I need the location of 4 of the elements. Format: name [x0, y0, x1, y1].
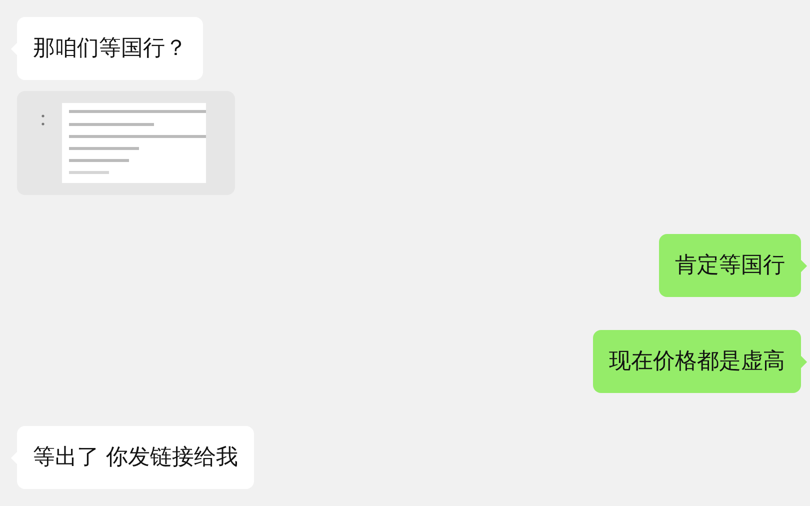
message-bubble: 那咱们等国行？ [17, 17, 203, 80]
message-bubble: 现在价格都是虚高 [593, 330, 801, 393]
message-bubble: 等出了 你发链接给我 [17, 426, 254, 489]
message-bubble: 肯定等国行 [659, 234, 801, 297]
